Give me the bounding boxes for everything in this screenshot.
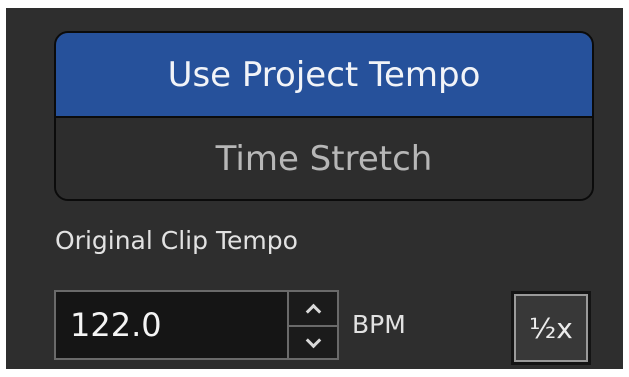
chevron-down-icon — [305, 332, 321, 349]
chevron-up-icon — [305, 303, 321, 320]
bpm-unit-label: BPM — [352, 310, 406, 339]
tempo-decrement-button[interactable] — [289, 327, 337, 360]
time-stretch-button[interactable]: Time Stretch — [56, 118, 592, 199]
tempo-increment-button[interactable] — [289, 292, 337, 327]
use-project-tempo-button[interactable]: Use Project Tempo — [56, 33, 592, 118]
tempo-stepper — [287, 290, 339, 360]
clip-tempo-panel: Use Project Tempo Time Stretch Original … — [6, 8, 623, 369]
tempo-value-field[interactable]: 122.0 — [54, 290, 287, 360]
half-tempo-button[interactable]: ½x — [511, 291, 591, 365]
tempo-mode-toggle-group: Use Project Tempo Time Stretch — [54, 31, 594, 201]
original-clip-tempo-label: Original Clip Tempo — [55, 226, 298, 255]
